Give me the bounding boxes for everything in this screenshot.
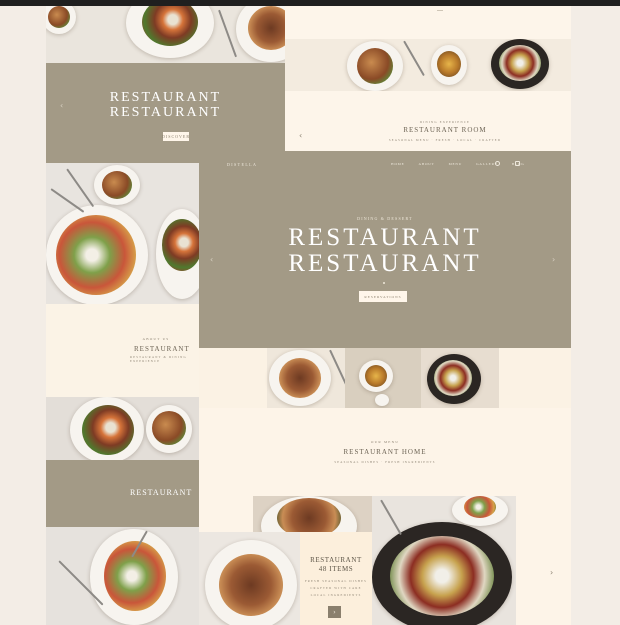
- main-hero: DISTELLA HOME ABOUT MENU GALLERY BLOG DI…: [199, 151, 571, 348]
- top-right-panel: DINING EXPERIENCE RESTAURANT ROOM SEASON…: [285, 6, 571, 151]
- hero-title-line1: RESTAURANT: [288, 224, 482, 251]
- hero-eyebrow: DINING & DESSERT: [357, 216, 413, 221]
- nav-item-about[interactable]: ABOUT: [419, 162, 435, 166]
- feature-card: RESTAURANT 48 ITEMS FRESH SEASONAL DISHE…: [300, 532, 372, 625]
- site-logo[interactable]: DISTELLA: [227, 162, 257, 167]
- feature-line-1: FRESH SEASONAL DISHES: [304, 579, 368, 583]
- menu-eyebrow: OUR MENU: [370, 440, 400, 444]
- cart-icon[interactable]: [515, 161, 520, 166]
- menu-title: RESTAURANT HOME: [343, 448, 427, 456]
- feature-button[interactable]: ›: [328, 606, 341, 618]
- left-food-photo-middle: [46, 397, 199, 460]
- top-right-food-strip: [285, 39, 571, 91]
- left-band: RESTAURANT: [46, 460, 199, 527]
- nav-item-home[interactable]: HOME: [391, 162, 405, 166]
- main-nav: HOME ABOUT MENU GALLERY BLOG: [391, 162, 531, 166]
- left-food-photo-bottom: [46, 527, 199, 625]
- nav-item-menu[interactable]: MENU: [449, 162, 463, 166]
- feature-title-line1: RESTAURANT: [310, 556, 362, 564]
- left-about-section: ABOUT US RESTAURANT RESTAURANT & DINING …: [46, 304, 199, 397]
- left-band-title: RESTAURANT: [130, 488, 193, 497]
- menu-photo-right: [372, 496, 516, 625]
- hero-dot: [383, 282, 385, 284]
- chevron-left-icon[interactable]: ‹: [299, 131, 302, 140]
- chevron-left-icon[interactable]: ‹: [60, 101, 63, 110]
- hero-food-strip: [199, 348, 571, 408]
- left-hero-title-line2: RESTAURANT: [109, 105, 222, 120]
- reservations-button[interactable]: RESERVATIONS: [359, 291, 407, 302]
- left-food-photo-large: [46, 163, 199, 304]
- menu-photo-left: [199, 532, 300, 625]
- chevron-left-icon[interactable]: ‹: [210, 255, 213, 264]
- hero-title-line2: RESTAURANT: [288, 250, 482, 277]
- arrow-right-icon: ›: [333, 608, 336, 616]
- top-right-title: RESTAURANT ROOM: [403, 126, 487, 134]
- top-left-food-photo: [46, 6, 285, 63]
- menu-subtitle: SEASONAL DISHES · FRESH INGREDIENTS: [334, 460, 436, 464]
- left-hero-button[interactable]: DISCOVER: [162, 132, 189, 141]
- chevron-right-icon[interactable]: ›: [552, 255, 555, 264]
- left-hero-card: RESTAURANT RESTAURANT DISCOVER ‹: [46, 63, 285, 163]
- search-icon[interactable]: [495, 161, 500, 166]
- feature-line-3: LOCAL INGREDIENTS: [310, 593, 362, 597]
- menu-photo-topcenter: [253, 496, 372, 532]
- top-right-divider: [437, 10, 443, 11]
- left-hero-title-line1: RESTAURANT: [109, 90, 222, 105]
- chevron-right-icon[interactable]: ›: [550, 568, 553, 577]
- feature-title-line2: 48 ITEMS: [318, 565, 354, 573]
- top-right-subtitle: SEASONAL MENU · FRESH · LOCAL · CRAFTED: [388, 138, 502, 142]
- left-about-eyebrow: ABOUT US: [142, 337, 170, 341]
- feature-line-2: CRAFTED WITH CARE: [310, 586, 362, 590]
- top-right-eyebrow: DINING EXPERIENCE: [419, 120, 471, 124]
- left-about-subtitle: RESTAURANT & DINING EXPERIENCE: [130, 355, 187, 363]
